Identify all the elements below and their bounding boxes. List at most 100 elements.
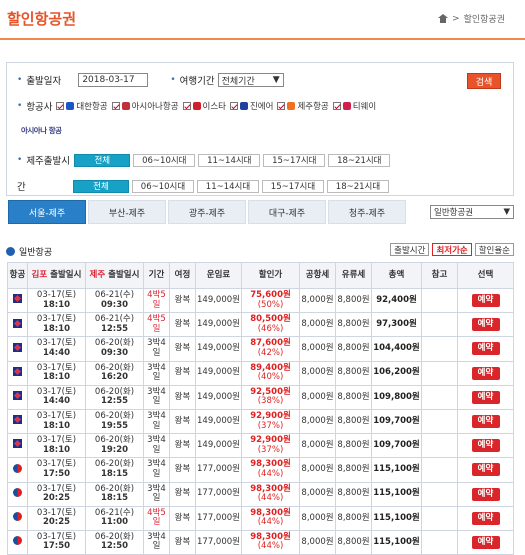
reserve-button[interactable]: 예약 — [471, 390, 500, 404]
time-option-button[interactable]: 18~21시대 — [327, 179, 389, 193]
discount-cell: 92,900원 (37%) — [241, 433, 300, 459]
jeju-dep-label: 제주출발시 — [26, 156, 71, 167]
time-option-button[interactable]: 18~21시대 — [328, 153, 391, 167]
time-option-button[interactable]: 06~10시대 — [133, 153, 196, 167]
chevron-down-icon: ▼ — [272, 75, 280, 85]
jeju-dep-row-2: 간 전체 06~10시대 11~14시대 15~17시대 18~21시대 — [17, 179, 392, 193]
airline-checkbox[interactable]: 제주항공 — [277, 100, 329, 112]
period-cell: 3박4일 — [143, 408, 170, 435]
dep-date-row: • 출발일자 2018-03-17 • 여행기간 전체기간 ▼ — [17, 73, 284, 87]
total-cell: 115,100원 — [371, 505, 422, 531]
column-header: 참고 — [421, 262, 458, 289]
reserve-button[interactable]: 예약 — [471, 366, 500, 380]
chevron-down-icon: ▼ — [503, 207, 510, 217]
note-cell — [421, 360, 458, 386]
airline-logo-icon — [239, 102, 248, 110]
datetime-cell: 03-17(토) 17:50 — [27, 529, 86, 555]
airline-cell — [7, 408, 28, 435]
breadcrumb-current: 할인항공권 — [463, 15, 505, 25]
reserve-button[interactable]: 예약 — [471, 439, 500, 453]
airline-checkbox[interactable]: 이스타 — [182, 100, 226, 112]
airline-cell — [7, 312, 28, 338]
jin-air-logo-icon — [13, 342, 22, 352]
total-cell: 109,700원 — [371, 433, 422, 459]
airport-tax-cell: 8,000원 — [299, 360, 336, 386]
fare-cell: 149,000원 — [195, 408, 242, 435]
reserve-button[interactable]: 예약 — [471, 318, 500, 332]
column-header: 제주 출발일시 — [85, 262, 144, 289]
airline-cell — [7, 529, 28, 555]
discount-cell: 80,500원 (46%) — [241, 312, 300, 338]
checkbox-icon — [277, 102, 286, 110]
airline-cell — [7, 287, 28, 314]
fuel-tax-cell: 8,800원 — [335, 312, 372, 338]
discount-cell: 98,300원 (44%) — [241, 529, 300, 555]
route-tab[interactable]: 서울-제주 — [8, 200, 86, 224]
checkbox-icon — [332, 102, 341, 110]
time-option-button[interactable]: 15~17시대 — [262, 179, 324, 193]
table-row: 03-17(토) 17:50 06-20(화) 18:15 3박4일 왕복 177,000원… — [7, 457, 514, 483]
time-option-button[interactable]: 06~10시대 — [132, 179, 194, 193]
datetime-cell: 03-17(토) 17:50 — [27, 457, 86, 483]
fuel-tax-cell: 8,800원 — [335, 336, 372, 362]
reserve-button[interactable]: 예약 — [471, 511, 500, 525]
airline-name: 제주항공 — [297, 102, 329, 112]
home-icon[interactable] — [438, 14, 449, 23]
period-select[interactable]: 전체기간 ▼ — [217, 73, 284, 87]
airline-checkbox[interactable]: 대한항공 — [56, 100, 108, 112]
jin-air-logo-icon — [13, 366, 22, 376]
reserve-button[interactable]: 예약 — [471, 535, 500, 549]
sort-button[interactable]: 출발시간 — [390, 243, 430, 256]
airline-checkbox[interactable]: 티웨이 — [332, 100, 376, 112]
discount-cell: 87,600원 (42%) — [241, 336, 300, 362]
jin-air-logo-icon — [13, 391, 22, 401]
period-cell: 4박5일 — [143, 287, 170, 314]
note-cell — [421, 481, 458, 507]
route-tab[interactable]: 청주-제주 — [328, 200, 406, 224]
airport-tax-cell: 8,000원 — [299, 408, 336, 435]
reserve-button[interactable]: 예약 — [471, 463, 500, 477]
ticket-type-select[interactable]: 일반항공권 ▼ — [430, 205, 514, 219]
column-header: 유류세 — [335, 262, 372, 289]
search-button[interactable]: 검색 — [467, 73, 501, 89]
column-header: 공항세 — [299, 262, 336, 289]
airline-checkbox[interactable]: 진에어 — [229, 100, 273, 112]
time-option-button[interactable]: 전체 — [73, 179, 129, 193]
total-cell: 115,100원 — [371, 457, 422, 483]
time-option-button[interactable]: 11~14시대 — [198, 153, 261, 167]
airline-checkbox[interactable]: 아시아나항공 — [111, 100, 179, 112]
fuel-tax-cell: 8,800원 — [335, 408, 372, 435]
time-option-button[interactable]: 11~14시대 — [197, 179, 259, 193]
airline-logo-icon — [287, 102, 296, 110]
fare-cell: 149,000원 — [195, 384, 242, 410]
route-tab[interactable]: 광주-제주 — [168, 200, 246, 224]
route-tab[interactable]: 대구-제주 — [248, 200, 326, 224]
reserve-button[interactable]: 예약 — [471, 415, 500, 429]
reserve-button[interactable]: 예약 — [471, 294, 500, 308]
datetime-cell: 06-20(화) 19:20 — [85, 433, 144, 459]
fuel-tax-cell: 8,800원 — [335, 481, 372, 507]
airline-cell — [7, 433, 28, 459]
jin-air-logo-icon — [13, 439, 22, 449]
airport-tax-cell: 8,000원 — [299, 312, 336, 338]
airline-cell — [7, 384, 28, 410]
sort-button[interactable]: 할인율순 — [474, 243, 514, 256]
sort-button[interactable]: 최저가순 — [432, 243, 472, 256]
reserve-button[interactable]: 예약 — [471, 342, 500, 356]
time-option-button[interactable]: 전체 — [74, 153, 131, 167]
dep-date-input[interactable]: 2018-03-17 — [78, 73, 149, 87]
jeju-dep-label-2: 간 — [17, 182, 26, 193]
airline-name: 대한항공 — [76, 102, 108, 112]
reserve-button[interactable]: 예약 — [471, 487, 500, 501]
checkbox-icon — [182, 102, 191, 110]
route-tab[interactable]: 부산-제주 — [88, 200, 166, 224]
airline-logo-icon — [192, 102, 201, 110]
column-header: 할인가 — [241, 262, 300, 289]
time-option-button[interactable]: 15~17시대 — [263, 153, 326, 167]
jin-air-logo-icon — [13, 318, 22, 328]
datetime-cell: 06-20(화) 18:15 — [85, 457, 144, 483]
airline-cell — [7, 481, 28, 507]
period-cell: 4박5일 — [143, 312, 170, 338]
airport-tax-cell: 8,000원 — [299, 505, 336, 531]
total-cell: 115,100원 — [371, 481, 422, 507]
